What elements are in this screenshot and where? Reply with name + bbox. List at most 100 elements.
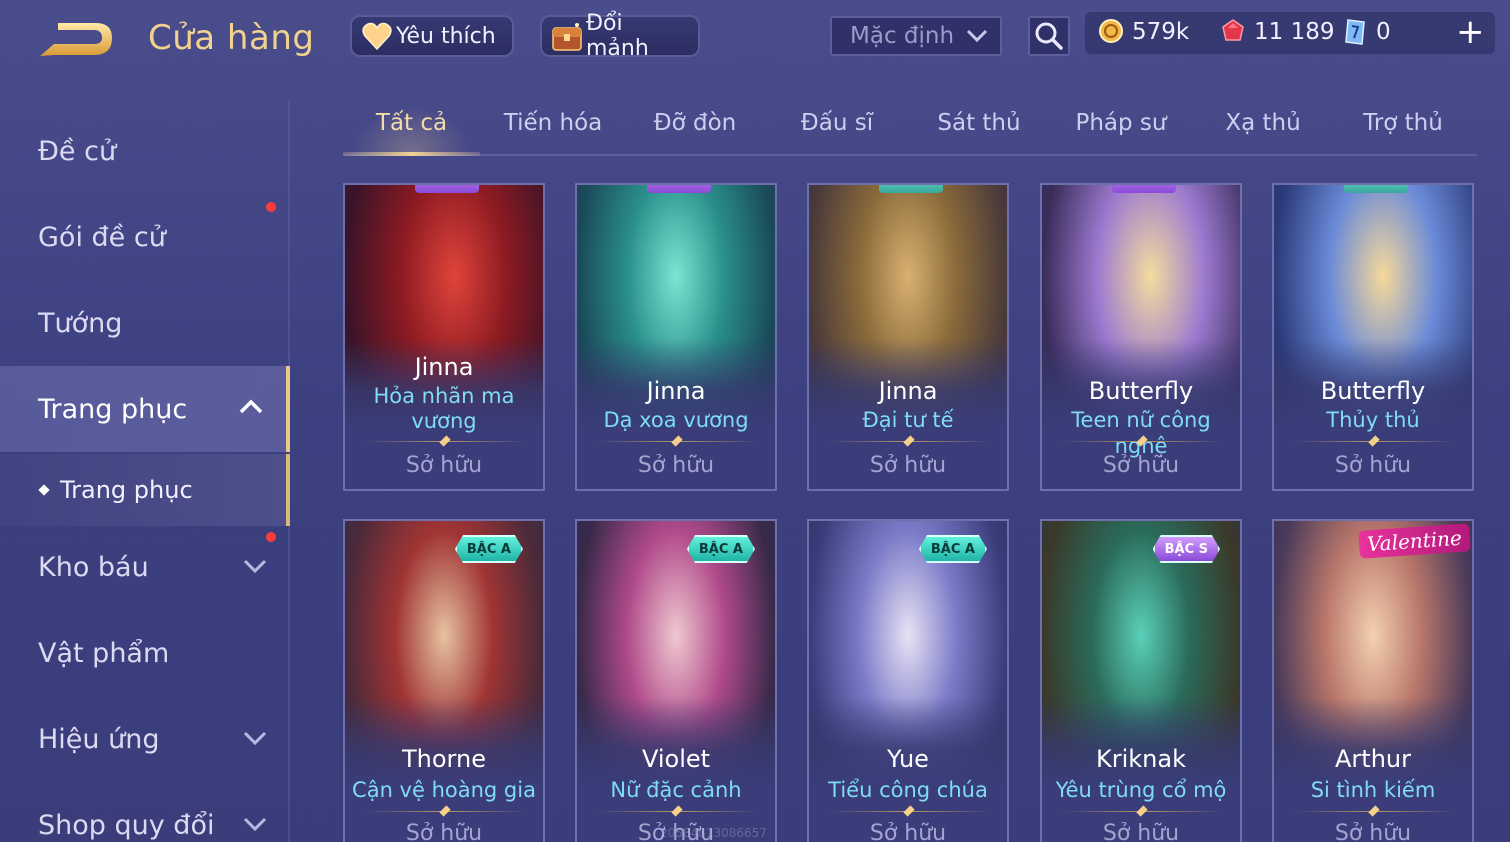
tier-badge: BẬC A bbox=[454, 535, 523, 563]
owned-status: Sở hữu bbox=[1334, 453, 1412, 478]
sidebar-item-label: Gói đề cử bbox=[38, 221, 166, 253]
favorite-label: Yêu thích bbox=[396, 23, 496, 49]
skin-name: Tiểu công chúa bbox=[828, 778, 988, 802]
tier-badge: BẬC A bbox=[918, 535, 987, 563]
owned-status: Sở hữu bbox=[1102, 821, 1180, 842]
hero-name: Butterfly bbox=[1088, 377, 1194, 405]
heart-icon bbox=[360, 19, 394, 53]
skin-card[interactable]: BẬC A Thorne Cận vệ hoàng gia Sở hữu bbox=[343, 519, 545, 842]
voucher-balance: 0 bbox=[1342, 18, 1391, 46]
sidebar-subitem-label: Trang phục bbox=[60, 476, 193, 504]
tier-badge bbox=[1344, 185, 1408, 193]
skin-card[interactable]: Jinna Dạ xoa vương Sở hữu bbox=[575, 183, 777, 491]
tab-assassin[interactable]: Sát thủ bbox=[909, 110, 1049, 150]
skin-name: Thủy thủ bbox=[1326, 408, 1420, 432]
hero-name: Yue bbox=[887, 745, 929, 773]
sidebar-item-effects[interactable]: Hiệu ứng bbox=[0, 696, 290, 782]
skin-name: Nữ đặc cảnh bbox=[610, 778, 742, 802]
chevron-down-icon bbox=[966, 29, 988, 43]
skin-card[interactable]: Jinna Hỏa nhãn ma vương Sở hữu bbox=[343, 183, 545, 491]
sidebar-item-recommended[interactable]: Đề cử bbox=[0, 108, 290, 194]
skin-card[interactable]: Jinna Đại tư tế Sở hữu bbox=[807, 183, 1009, 491]
bullet-icon bbox=[38, 484, 50, 496]
sidebar-subitem-skins[interactable]: Trang phục bbox=[0, 454, 290, 526]
ruby-gem-icon bbox=[1220, 18, 1248, 46]
tier-badge: BẬC S bbox=[1152, 535, 1220, 563]
owned-status: Sở hữu bbox=[1334, 821, 1412, 842]
sidebar-item-label: Vật phẩm bbox=[38, 637, 170, 669]
tier-badge bbox=[1112, 185, 1176, 193]
sidebar-item-label: Kho báu bbox=[38, 551, 149, 583]
chevron-down-icon bbox=[243, 817, 267, 832]
tab-evolution[interactable]: Tiến hóa bbox=[483, 110, 623, 150]
ruby-value: 11 189 bbox=[1254, 19, 1335, 45]
role-tabs: Tất cả Tiến hóa Đỡ đòn Đấu sĩ Sát thủ Ph… bbox=[343, 96, 1477, 156]
skin-name: Cận vệ hoàng gia bbox=[352, 778, 536, 802]
skin-card[interactable]: BẬC S Kriknak Yêu trùng cổ mộ Sở hữu bbox=[1040, 519, 1242, 842]
sort-dropdown[interactable]: Mặc định bbox=[830, 16, 1002, 56]
chevron-up-icon bbox=[239, 399, 263, 414]
sidebar-item-heroes[interactable]: Tướng bbox=[0, 280, 290, 366]
favorite-button[interactable]: Yêu thích bbox=[350, 15, 514, 57]
sidebar-item-label: Trang phục bbox=[38, 393, 188, 425]
chevron-down-icon bbox=[243, 731, 267, 746]
tab-all[interactable]: Tất cả bbox=[343, 110, 480, 150]
skin-card[interactable]: Butterfly Thủy thủ Sở hữu bbox=[1272, 183, 1474, 491]
tab-mage[interactable]: Pháp sư bbox=[1051, 110, 1191, 150]
sort-value: Mặc định bbox=[850, 23, 955, 49]
tier-badge bbox=[415, 185, 479, 193]
sidebar-item-items[interactable]: Vật phẩm bbox=[0, 610, 290, 696]
sidebar-item-bundles[interactable]: Gói đề cử bbox=[0, 194, 290, 280]
hero-name: Jinna bbox=[646, 377, 706, 405]
top-bar: Cửa hàng Yêu thích Đổi mảnh Mặc định 579… bbox=[0, 0, 1510, 80]
owned-status: Sở hữu bbox=[1102, 453, 1180, 478]
skin-name: Si tình kiếm bbox=[1310, 778, 1436, 802]
chevron-down-icon bbox=[243, 559, 267, 574]
hero-name: Kriknak bbox=[1096, 745, 1186, 773]
sidebar-item-exchange-shop[interactable]: Shop quy đổi bbox=[0, 782, 290, 842]
owned-status: Sở hữu bbox=[405, 453, 483, 478]
tier-badge bbox=[647, 185, 711, 193]
sidebar: Đề cử Gói đề cử Tướng Trang phục Trang p… bbox=[0, 100, 292, 842]
sidebar-item-label: Tướng bbox=[38, 307, 123, 339]
sidebar-item-label: Shop quy đổi bbox=[38, 809, 215, 841]
owned-status: Sở hữu bbox=[405, 821, 483, 842]
voucher-icon bbox=[1342, 18, 1370, 46]
tab-support[interactable]: Trợ thủ bbox=[1333, 110, 1473, 150]
sidebar-item-skins[interactable]: Trang phục bbox=[0, 366, 290, 452]
gold-balance: 579k bbox=[1098, 18, 1189, 46]
tab-fighter[interactable]: Đấu sĩ bbox=[767, 110, 907, 150]
trade-label: Đổi mảnh bbox=[586, 11, 649, 61]
owned-status: Sở hữu bbox=[637, 453, 715, 478]
search-button[interactable] bbox=[1028, 16, 1070, 56]
hero-name: Arthur bbox=[1335, 745, 1411, 773]
owned-status: Sở hữu bbox=[869, 821, 947, 842]
plus-icon[interactable]: + bbox=[1456, 15, 1485, 49]
gold-coin-icon bbox=[1098, 18, 1126, 46]
skin-name: Đại tư tế bbox=[862, 408, 954, 432]
sidebar-item-treasure[interactable]: Kho báu bbox=[0, 524, 290, 610]
sidebar-item-label: Hiệu ứng bbox=[38, 723, 160, 755]
gold-value: 579k bbox=[1132, 19, 1190, 45]
skin-name: Yêu trùng cổ mộ bbox=[1055, 778, 1227, 802]
tier-badge: BẬC A bbox=[686, 535, 755, 563]
skin-name: Hỏa nhãn ma bbox=[373, 384, 515, 408]
hero-name: Thorne bbox=[402, 745, 486, 773]
back-arrow-icon[interactable] bbox=[36, 20, 118, 64]
skin-card[interactable]: BẬC A Yue Tiểu công chúa Sở hữu bbox=[807, 519, 1009, 842]
tab-tank[interactable]: Đỡ đòn bbox=[625, 110, 765, 150]
skin-card[interactable]: BẬC A Violet Nữ đặc cảnh Sở hữu bbox=[575, 519, 777, 842]
notification-badge bbox=[266, 202, 276, 212]
trade-fragments-button[interactable]: Đổi mảnh bbox=[540, 11, 700, 61]
hero-name: Jinna bbox=[878, 377, 938, 405]
hero-name: Jinna bbox=[414, 353, 474, 381]
voucher-value: 0 bbox=[1376, 19, 1391, 45]
skin-name: Dạ xoa vương bbox=[603, 408, 749, 432]
tab-marksman[interactable]: Xạ thủ bbox=[1193, 110, 1333, 150]
skin-name: Teen nữ công nghệ bbox=[1071, 408, 1211, 458]
skin-card[interactable]: Butterfly Teen nữ công nghệ Sở hữu bbox=[1040, 183, 1242, 491]
watermark-text: 20584813086657 bbox=[660, 826, 767, 840]
hero-name: Butterfly bbox=[1320, 377, 1426, 405]
page-title: Cửa hàng bbox=[148, 18, 315, 58]
skin-card[interactable]: Valentine Arthur Si tình kiếm Sở hữu bbox=[1272, 519, 1474, 842]
